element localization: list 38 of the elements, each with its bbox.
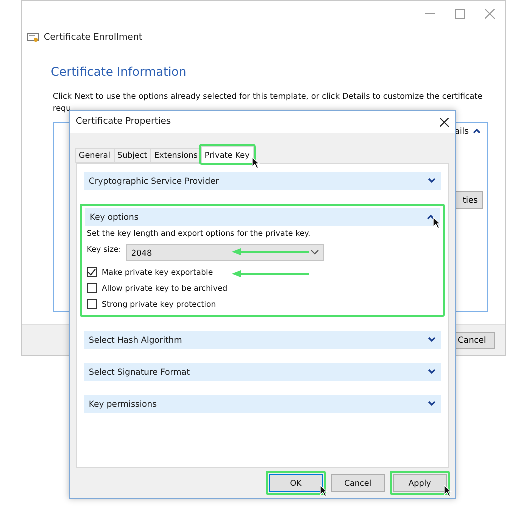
dialog-button[interactable]: Cancel [331,474,385,492]
checkbox[interactable] [87,299,97,309]
section-header[interactable]: Select Signature Format [84,363,441,381]
checkbox[interactable] [87,267,97,277]
chevron-down-icon[interactable] [428,401,436,407]
certificate-icon [27,33,39,43]
section-header[interactable]: Cryptographic Service Provider [84,172,441,190]
checkbox[interactable] [87,283,97,293]
chevron-down-icon[interactable] [428,369,436,375]
window-title: Certificate Enrollment [44,33,143,43]
section-header[interactable]: Key permissions [84,395,441,413]
section-header[interactable]: Select Hash Algorithm [84,331,441,349]
section-title: Key permissions [89,399,157,409]
dialog-title: Certificate Properties [76,117,172,127]
section-title: Cryptographic Service Provider [89,176,220,186]
chevron-up-icon[interactable] [473,128,481,134]
instruction-text: Click Next to use the options already selected for this template, or click Details to customize the certificate [53,91,484,103]
instruction-text: requ [53,103,72,115]
cancel-button[interactable]: Cancel [455,332,495,348]
section-title: Select Hash Algorithm [89,335,182,345]
section-title: Key options [90,212,139,222]
section-title: Select Signature Format [89,367,190,377]
dialog-button[interactable]: Apply [393,474,447,492]
chevron-down-icon[interactable] [428,178,436,184]
page-heading: Certificate Information [51,65,188,79]
chevron-down-icon[interactable] [311,250,320,255]
details-link[interactable]: ails [454,126,469,136]
minimize-icon[interactable] [425,13,435,15]
key-size-dropdown[interactable]: 2048 [126,244,324,261]
chevron-up-icon[interactable] [427,214,435,220]
maximize-icon[interactable] [455,9,465,19]
dialog-button[interactable]: OK [269,474,323,492]
section-header[interactable]: Key options [85,208,440,226]
tab[interactable]: Subject [114,148,152,163]
tab[interactable]: General [75,148,115,163]
close-icon[interactable] [440,118,449,126]
tab[interactable]: Extensions [150,148,202,163]
chevron-down-icon[interactable] [428,337,436,343]
